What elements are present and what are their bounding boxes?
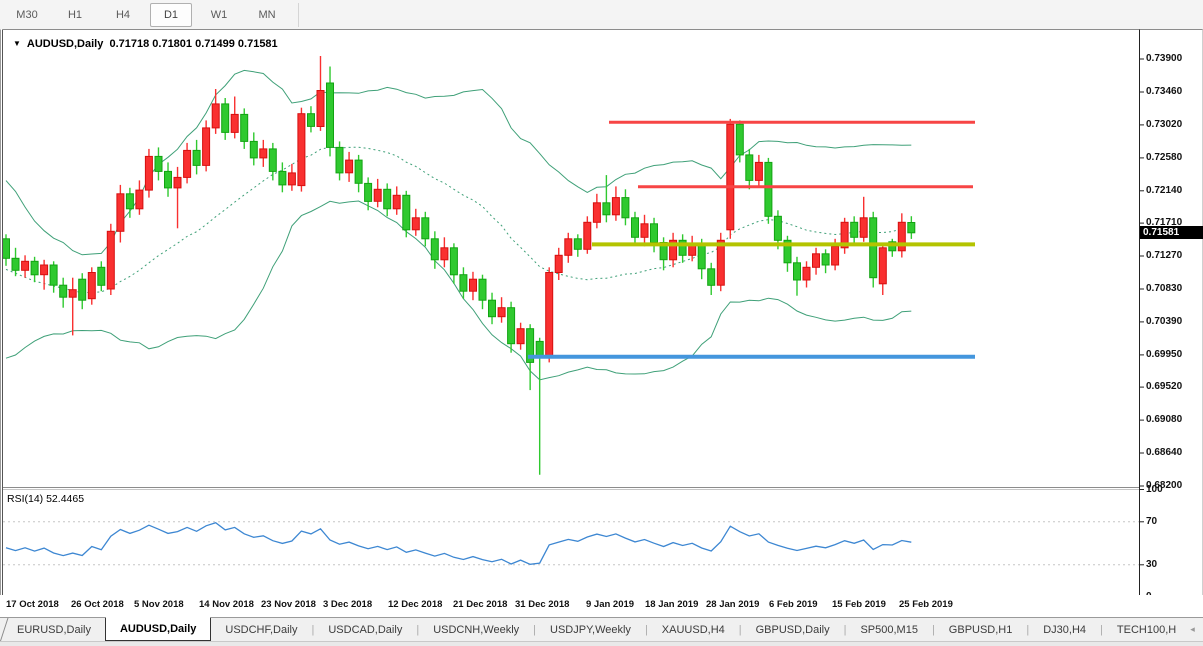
- date-axis-label: 9 Jan 2019: [586, 599, 634, 610]
- chart-tab-sp500[interactable]: SP500,M15: [846, 618, 931, 641]
- chart-tab-usdjpy[interactable]: USDJPY,Weekly: [536, 618, 645, 641]
- bottom-strip: [0, 641, 1203, 646]
- mt4-window: { "toolbar": { "timeframes": [ {"label":…: [0, 0, 1203, 645]
- chart-tab-usdcad[interactable]: USDCAD,Daily: [314, 618, 416, 641]
- timeframe-button-mn[interactable]: MN: [246, 3, 288, 27]
- date-axis-label: 12 Dec 2018: [388, 599, 442, 610]
- chart-tab-bar: EURUSD,DailyAUDUSD,DailyUSDCHF,Daily|USD…: [0, 618, 1203, 641]
- price-axis-label: 0.73900: [1146, 53, 1182, 64]
- timeframe-buttons: M30H1H4D1W1MN: [0, 3, 288, 27]
- price-axis-label: 0.72140: [1146, 185, 1182, 196]
- chart-tab-audusd[interactable]: AUDUSD,Daily: [105, 617, 211, 641]
- timeframe-toolbar: M30H1H4D1W1MN: [0, 0, 1203, 30]
- date-axis-label: 15 Feb 2019: [832, 599, 886, 610]
- chart-tab-gbpusd[interactable]: GBPUSD,Daily: [742, 618, 844, 641]
- rsi-axis-label: 30: [1146, 559, 1157, 570]
- timeframe-button-h4[interactable]: H4: [102, 3, 144, 27]
- price-axis-label: 0.68640: [1146, 447, 1182, 458]
- tab-scroll-arrows: ◂▸: [1190, 618, 1203, 641]
- date-axis-label: 18 Jan 2019: [645, 599, 698, 610]
- date-axis-label: 14 Nov 2018: [199, 599, 254, 610]
- rsi-axis-label: 70: [1146, 516, 1157, 527]
- rsi-axis-label: 100: [1146, 484, 1163, 495]
- date-axis-label: 28 Jan 2019: [706, 599, 759, 610]
- price-axis-label: 0.72580: [1146, 152, 1182, 163]
- date-axis-label: 21 Dec 2018: [453, 599, 507, 610]
- tab-scroll-left-icon[interactable]: ◂: [1190, 625, 1195, 634]
- price-axis-label: 0.69080: [1146, 414, 1182, 425]
- chart-tab-dj30[interactable]: DJ30,H4: [1029, 618, 1100, 641]
- chart-ohlc-values: 0.71718 0.71801 0.71499 0.71581: [109, 38, 277, 50]
- price-axis-label: 0.73020: [1146, 119, 1182, 130]
- date-axis-label: 3 Dec 2018: [323, 599, 372, 610]
- chart-tab-tech100[interactable]: TECH100,H: [1103, 618, 1190, 641]
- price-axis-label: 0.70830: [1146, 283, 1182, 294]
- chart-tab-eurusd[interactable]: EURUSD,Daily: [3, 618, 105, 641]
- rsi-indicator-label: RSI(14) 52.4465: [7, 493, 84, 505]
- date-axis-label: 23 Nov 2018: [261, 599, 316, 610]
- chart-tab-usdchf[interactable]: USDCHF,Daily: [211, 618, 311, 641]
- timeframe-button-m30[interactable]: M30: [6, 3, 48, 27]
- chart-tab-usdcnh[interactable]: USDCNH,Weekly: [419, 618, 533, 641]
- timeframe-button-d1[interactable]: D1: [150, 3, 192, 27]
- timeframe-button-w1[interactable]: W1: [198, 3, 240, 27]
- price-axis-label: 0.69520: [1146, 381, 1182, 392]
- date-axis-label: 17 Oct 2018: [6, 599, 59, 610]
- price-chart-canvas[interactable]: [0, 29, 1203, 645]
- chart-tab-xauusd[interactable]: XAUUSD,H4: [648, 618, 739, 641]
- chart-dropdown-icon[interactable]: ▼: [13, 39, 21, 48]
- date-axis-label: 31 Dec 2018: [515, 599, 569, 610]
- date-axis-label: 26 Oct 2018: [71, 599, 124, 610]
- toolbar-separator: [298, 3, 299, 27]
- chart-tab-gbpusd[interactable]: GBPUSD,H1: [935, 618, 1027, 641]
- price-axis-label: 0.73460: [1146, 86, 1182, 97]
- chart-window: ▼ AUDUSD,Daily 0.71718 0.71801 0.71499 0.…: [0, 29, 1203, 645]
- chart-symbol-label: AUDUSD,Daily: [27, 38, 103, 50]
- chart-title: ▼ AUDUSD,Daily 0.71718 0.71801 0.71499 0.…: [13, 38, 278, 50]
- price-axis-label: 0.71270: [1146, 250, 1182, 261]
- date-axis-label: 25 Feb 2019: [899, 599, 953, 610]
- timeframe-button-h1[interactable]: H1: [54, 3, 96, 27]
- price-axis-label: 0.69950: [1146, 349, 1182, 360]
- price-axis-label: 0.71710: [1146, 217, 1182, 228]
- price-axis-label: 0.70390: [1146, 316, 1182, 327]
- date-axis-label: 5 Nov 2018: [134, 599, 184, 610]
- date-axis-label: 6 Feb 2019: [769, 599, 818, 610]
